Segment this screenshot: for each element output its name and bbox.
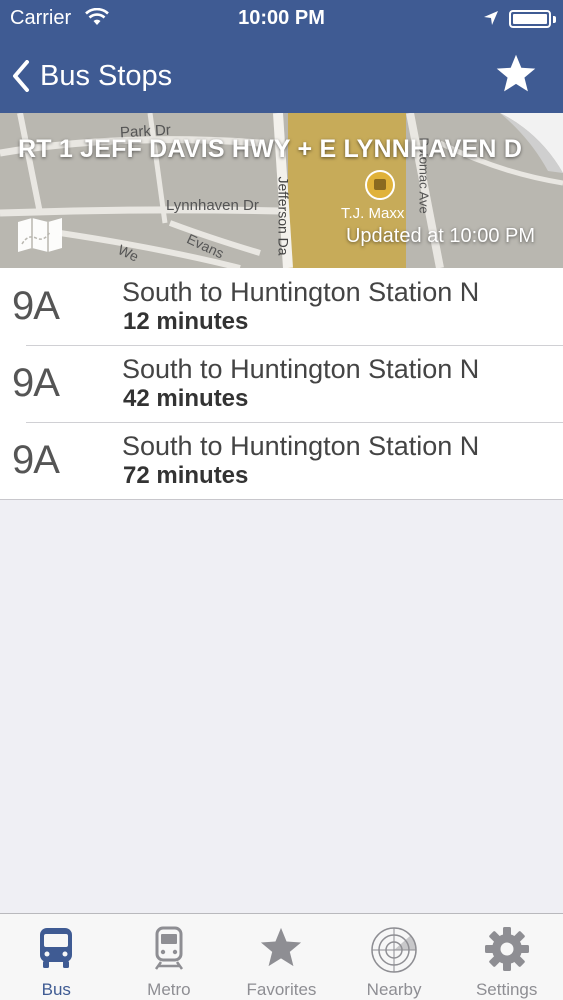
tab-nearby[interactable]: Nearby [338,914,451,1000]
bus-icon [40,928,73,968]
tab-favorites[interactable]: Favorites [225,914,338,1000]
tab-settings[interactable]: Settings [450,914,563,1000]
arrival-row[interactable]: 9A South to Huntington Station N 12 minu… [0,268,563,345]
train-icon [154,926,183,970]
tab-bar: Bus Metro Favorites Nearby Settings [0,913,563,1000]
header: Carrier 10:00 PM Bus Stops [0,0,563,113]
star-icon [496,54,536,92]
arrival-row[interactable]: 9A South to Huntington Station N 72 minu… [0,422,563,499]
map-label-lynnhaven-dr: Lynnhaven Dr [166,197,259,214]
clock: 10:00 PM [238,7,325,29]
map-label-tjmaxx: T.J. Maxx [341,205,405,222]
location-arrow-icon [483,10,499,31]
route-destination: South to Huntington Station N [122,277,480,307]
radar-icon [371,927,417,973]
tab-favorites-label: Favorites [246,980,317,999]
favorite-star-button[interactable] [494,52,538,96]
updated-timestamp: Updated at 10:00 PM [345,225,535,247]
route-number: 9A [12,361,60,405]
route-number: 9A [12,438,60,482]
folded-map-icon[interactable] [16,216,64,259]
back-button-label: Bus Stops [40,59,173,92]
tab-metro-label: Metro [147,980,191,999]
tab-bus-label: Bus [41,980,71,999]
battery-icon [509,10,556,28]
arrival-row[interactable]: 9A South to Huntington Station N 42 minu… [0,345,563,422]
route-destination: South to Huntington Station N [122,354,480,384]
status-bar: Carrier 10:00 PM [0,0,563,38]
stop-title: RT 1 JEFF DAVIS HWY + E LYNNHAVEN D [18,135,523,163]
route-number: 9A [12,284,60,328]
tab-settings-label: Settings [475,980,538,999]
stop-map[interactable]: Park Dr Lynnhaven Dr Evans We Jefferson … [0,113,563,268]
arrivals-list: 9A South to Huntington Station N 12 minu… [0,268,563,500]
tab-nearby-label: Nearby [366,980,422,999]
route-destination: South to Huntington Station N [122,431,480,461]
tab-metro[interactable]: Metro [113,914,226,1000]
chevron-left-icon [13,60,29,92]
arrival-eta: 42 minutes [123,385,249,412]
tab-bus[interactable]: Bus [0,914,113,1000]
star-icon [261,927,302,967]
arrival-eta: 12 minutes [123,308,249,335]
arrival-eta: 72 minutes [123,462,249,489]
navigation-bar: Bus Stops [0,38,563,113]
back-button[interactable]: Bus Stops [12,54,172,98]
gear-icon [484,927,529,971]
map-label-jefferson: Jefferson Da [275,176,292,256]
